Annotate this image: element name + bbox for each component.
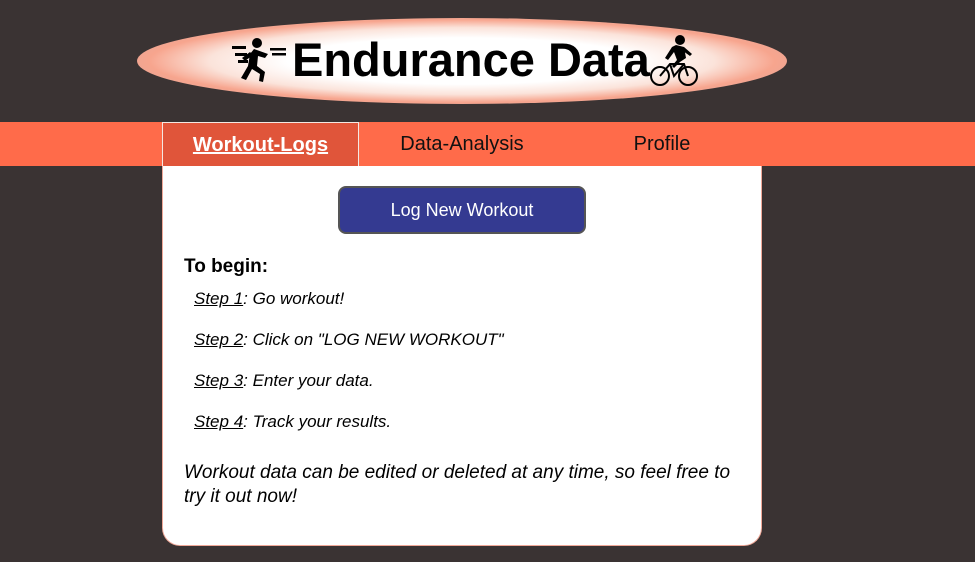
step-2-link[interactable]: Step 2 <box>194 330 243 349</box>
runner-icon <box>232 38 286 82</box>
step-4-text: : Track your results. <box>243 412 392 431</box>
step-1-link[interactable]: Step 1 <box>194 289 243 308</box>
step-1-text: : Go workout! <box>243 289 345 308</box>
step-4-link[interactable]: Step 4 <box>194 412 243 431</box>
log-new-workout-button[interactable]: Log New Workout <box>338 186 586 234</box>
step-3-link[interactable]: Step 3 <box>194 371 243 390</box>
tab-data-analysis[interactable]: Data-Analysis <box>362 122 562 166</box>
nav-bar: Workout-Logs Data-Analysis Profile <box>0 122 975 166</box>
info-note: Workout data can be edited or deleted at… <box>184 462 731 507</box>
step-2-text: : Click on "LOG NEW WORKOUT" <box>243 330 504 349</box>
tab-profile[interactable]: Profile <box>562 122 762 166</box>
workout-logs-panel: Log New Workout To begin: Step 1: Go wor… <box>162 166 762 546</box>
cyclist-icon <box>650 35 698 86</box>
header: Endurance Data <box>0 0 975 122</box>
app-title: Endurance Data <box>292 33 650 86</box>
step-item: Step 3: Enter your data. <box>194 371 374 391</box>
step-item: Step 4: Track your results. <box>194 412 391 432</box>
step-item: Step 2: Click on "LOG NEW WORKOUT" <box>194 330 504 350</box>
step-item: Step 1: Go workout! <box>194 289 344 309</box>
tab-workout-logs[interactable]: Workout-Logs <box>162 122 359 166</box>
step-3-text: : Enter your data. <box>243 371 374 390</box>
begin-heading: To begin: <box>184 256 269 277</box>
